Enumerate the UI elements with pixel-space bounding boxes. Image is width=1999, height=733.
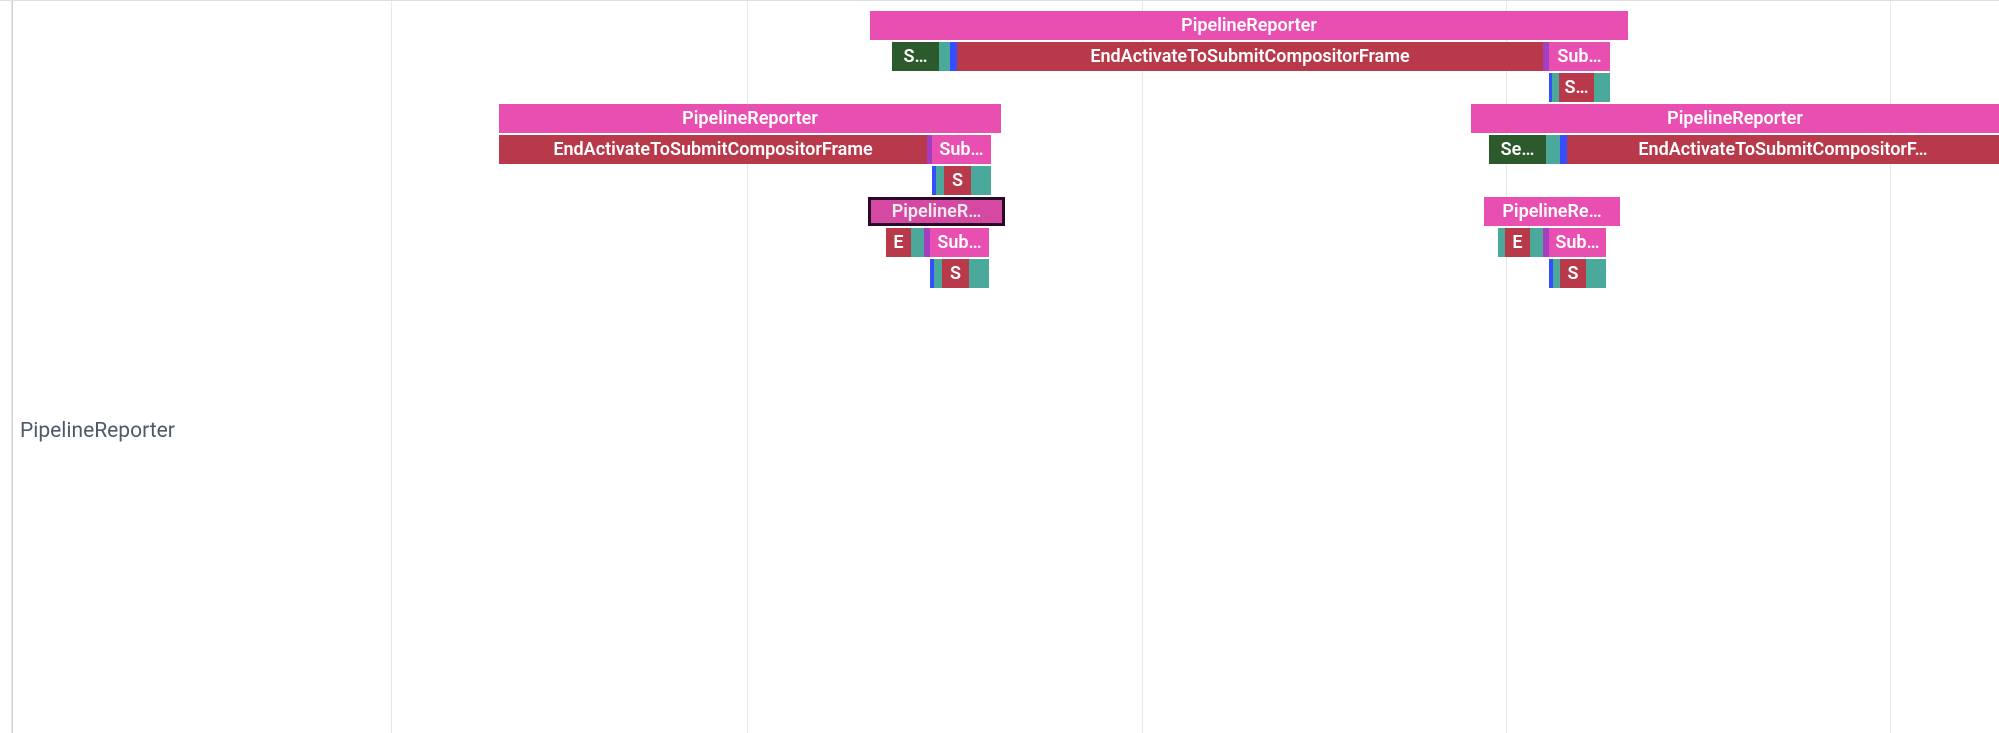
time-gridline [391,1,392,733]
flame-slice[interactable]: E [1505,228,1530,257]
flame-graph-viewport[interactable]: PipelineReporter PipelineReporterS…EndAc… [0,0,1999,733]
flame-slice[interactable] [971,166,991,195]
flame-slice[interactable] [934,259,942,288]
flame-slice[interactable] [1586,259,1606,288]
flame-slice[interactable]: PipelineReporter [1471,104,1999,133]
flame-slice[interactable]: S [1560,259,1586,288]
flame-slice[interactable]: PipelineRe… [1484,197,1620,226]
flame-slice[interactable]: EndActivateToSubmitCompositorF… [1567,135,1999,164]
flame-slice[interactable]: S… [1559,73,1594,102]
flame-slice[interactable]: Se… [1489,135,1546,164]
track-label-pipelinereporter[interactable]: PipelineReporter [20,419,175,443]
flame-slice[interactable]: PipelineR… [868,197,1005,226]
flame-slice[interactable] [911,228,924,257]
flame-slice[interactable] [1546,135,1560,164]
flame-slice[interactable]: S… [892,42,939,71]
flame-slice[interactable]: PipelineReporter [499,104,1001,133]
flame-slice[interactable]: Sub… [932,135,991,164]
flame-slice[interactable]: Sub… [1549,42,1610,71]
flame-slice[interactable]: Sub… [1549,228,1606,257]
flame-slice[interactable] [969,259,989,288]
flame-slice[interactable]: PipelineReporter [870,11,1628,40]
time-gridline [11,1,12,733]
flame-slice[interactable]: E [886,228,911,257]
time-gridline [1142,1,1143,733]
flame-slice[interactable]: Sub… [930,228,989,257]
flame-slice[interactable] [939,42,950,71]
flame-slice[interactable] [1530,228,1543,257]
flame-slice[interactable]: EndActivateToSubmitCompositorFrame [957,42,1543,71]
flame-slice[interactable]: EndActivateToSubmitCompositorFrame [499,135,927,164]
flame-slice[interactable]: S [942,259,969,288]
flame-slice[interactable]: S [944,166,971,195]
flame-slice[interactable] [936,166,944,195]
flame-slice[interactable] [1594,73,1610,102]
